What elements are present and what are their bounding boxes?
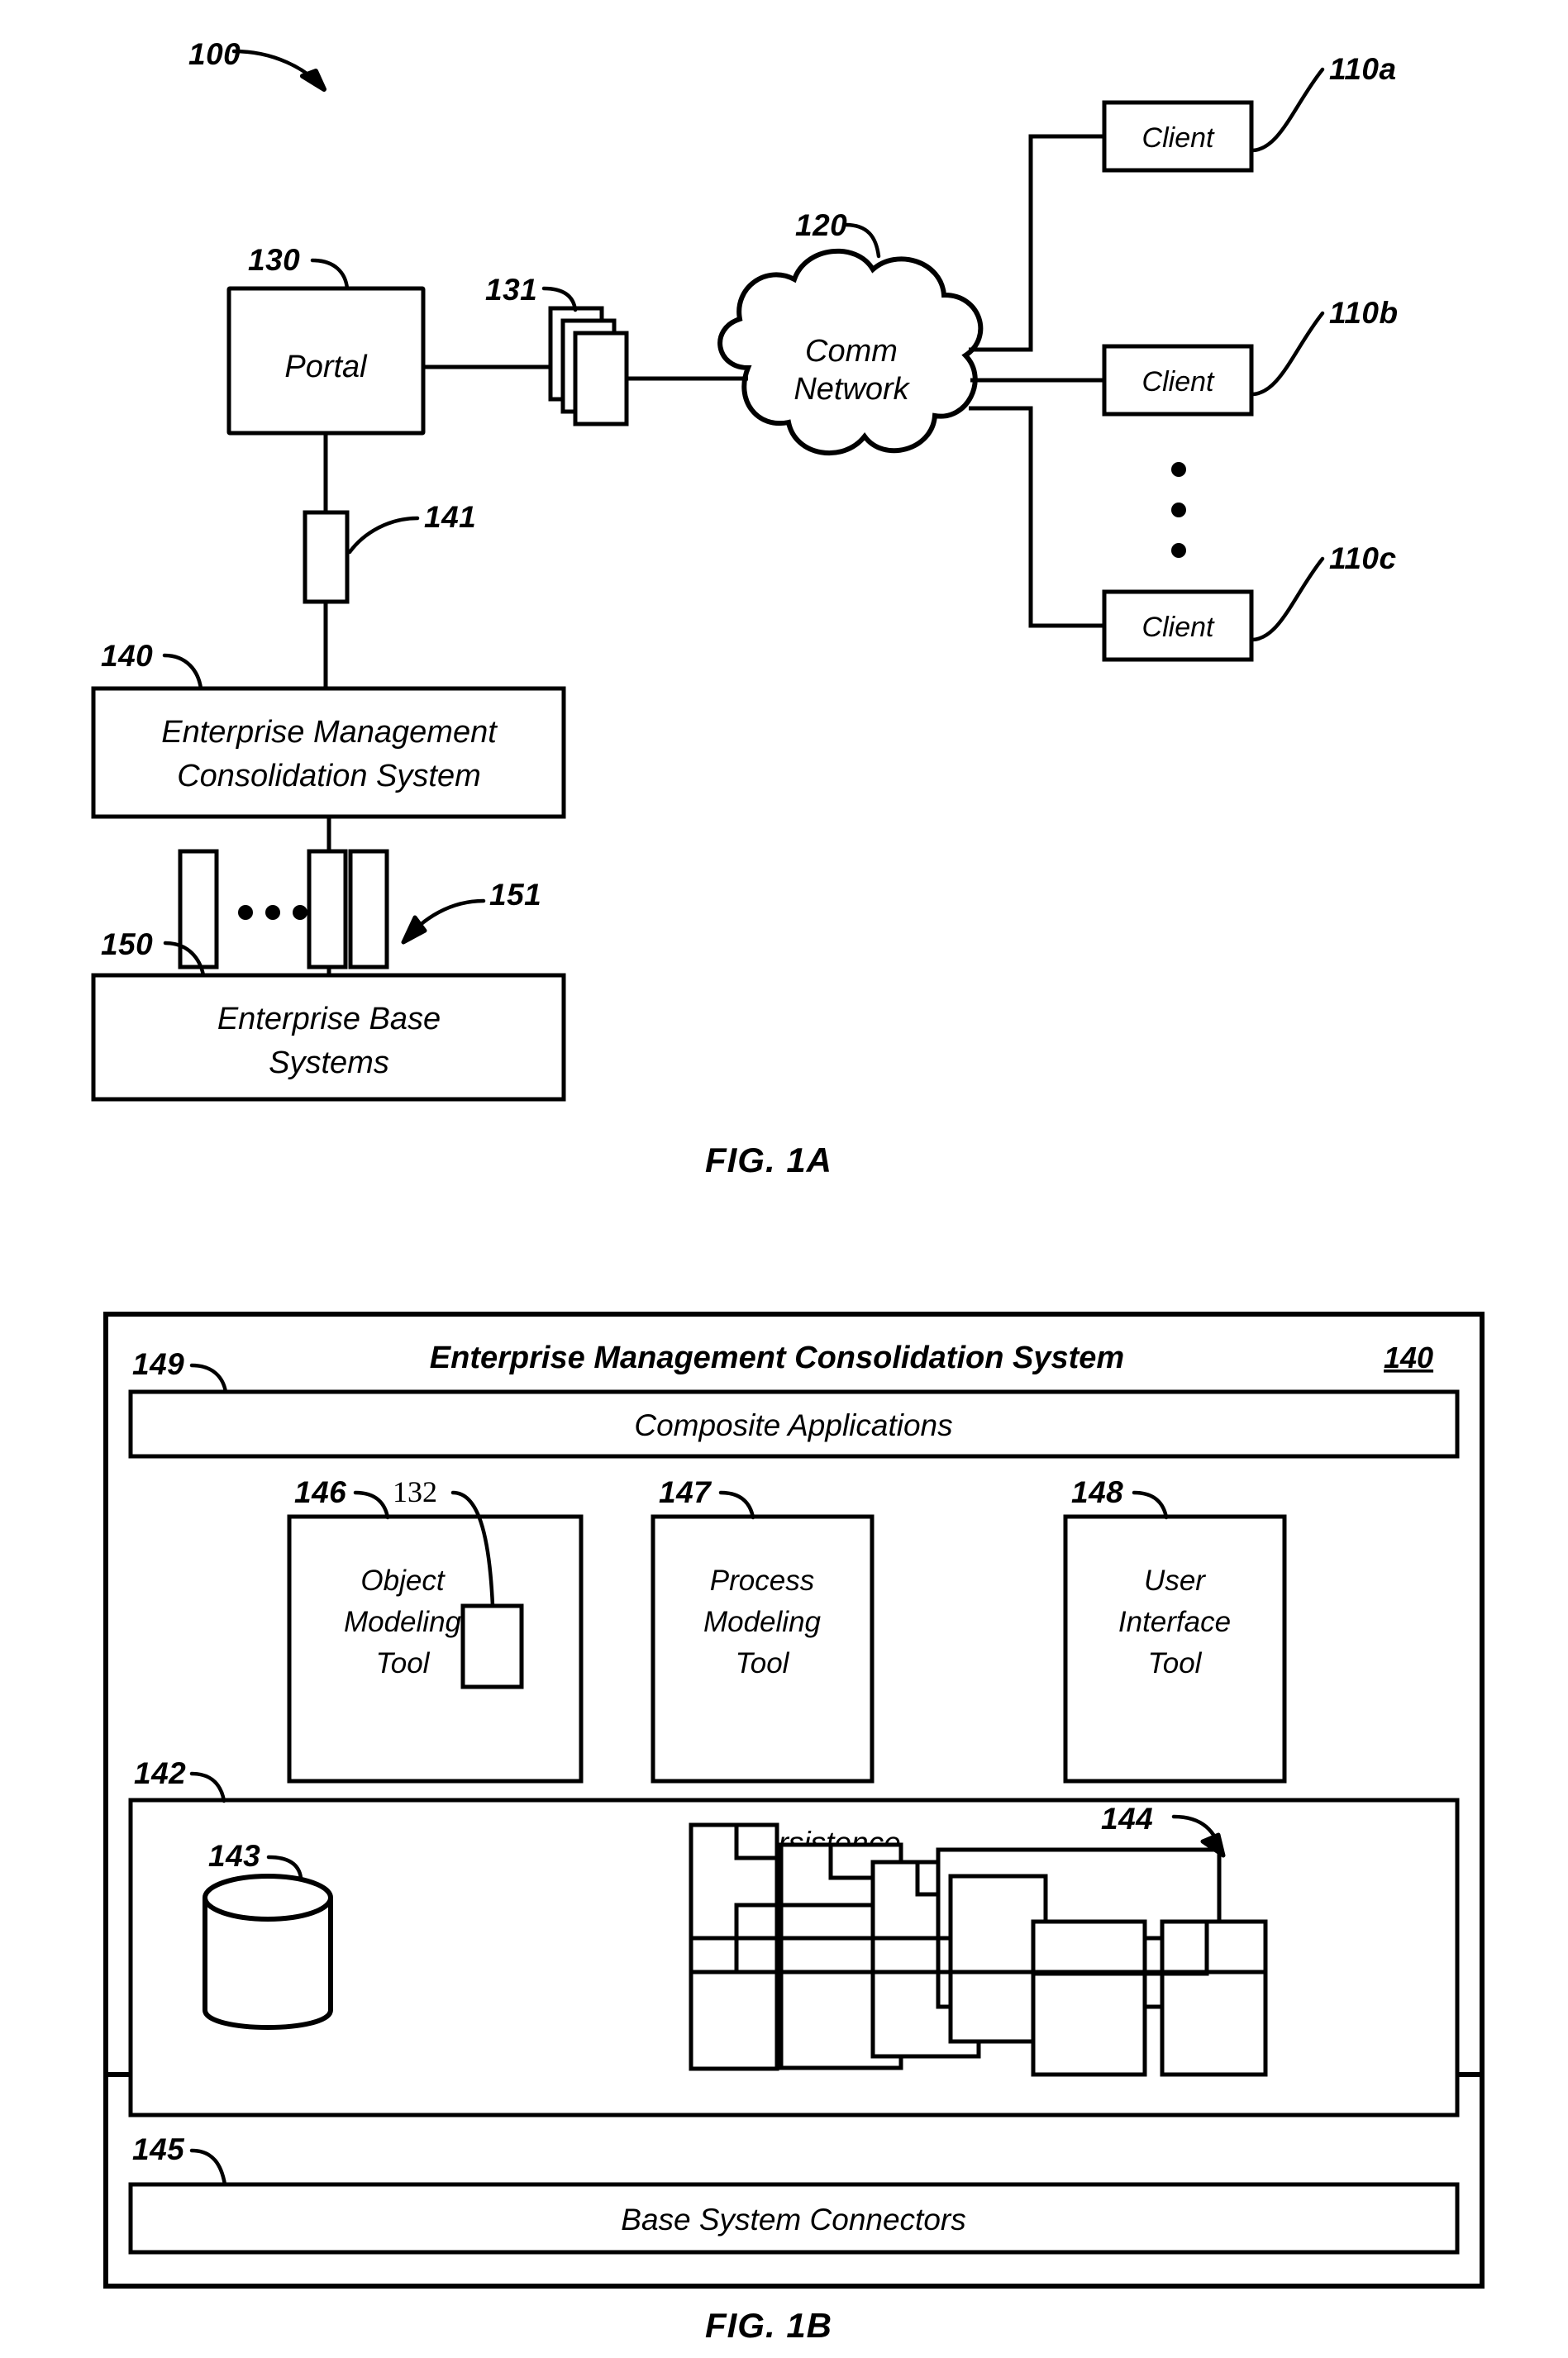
ref-100-arrowhead (300, 69, 326, 92)
base-system-connectors-label: Base System Connectors (621, 2203, 965, 2237)
cluster-rect-1 (689, 1822, 779, 2071)
ref-151: 151 (489, 878, 541, 912)
ref-130: 130 (248, 243, 300, 277)
ref-145-leader (189, 2148, 227, 2187)
emcs-label-line1: Enterprise Management (161, 715, 498, 750)
base-systems-label-line1: Enterprise Base (217, 1002, 441, 1036)
document-stack-front (573, 331, 629, 426)
patent-drawing-canvas: 100 Portal 130 131 Comm Network 120 Clie… (91, 37, 1485, 2345)
ref-110b-leader (1249, 311, 1325, 397)
object-modeling-tool-label-line3: Tool (376, 1647, 431, 1679)
cluster-rect-6 (1160, 1919, 1268, 2077)
composite-applications-label: Composite Applications (634, 1408, 952, 1442)
figure-1b: Enterprise Management Consolidation Syst… (103, 1312, 1485, 2345)
ref-110a: 110a (1329, 52, 1397, 86)
user-interface-tool-label-line1: User (1144, 1565, 1206, 1597)
process-modeling-tool-label-line2: Modeling (703, 1606, 822, 1638)
ref-110c-leader (1249, 556, 1325, 642)
ref-120: 120 (795, 208, 847, 242)
object-model-element-132 (460, 1603, 524, 1689)
ref-140: 140 (101, 639, 153, 673)
ref-110b: 110b (1329, 296, 1399, 330)
comm-network-label-line2: Network (794, 372, 910, 407)
client-ellipsis-dot-2 (1171, 503, 1186, 517)
ref-100: 100 (188, 37, 241, 71)
ref-141: 141 (424, 500, 476, 534)
base-systems-label-line2: Systems (269, 1046, 389, 1080)
ref-110c: 110c (1329, 541, 1397, 575)
emcs-label-line2: Consolidation System (177, 759, 481, 793)
base-connector-right (348, 849, 389, 969)
emcs-panel-title: Enterprise Management Consolidation Syst… (430, 1341, 1124, 1375)
figure-1a-caption: FIG. 1A (705, 1141, 832, 1179)
ref-144: 144 (1101, 1802, 1153, 1836)
client-label-a: Client (1142, 122, 1215, 154)
object-modeling-tool-label-line2: Modeling (344, 1606, 462, 1638)
object-modeling-tool-box (287, 1514, 584, 1784)
figure-1b-caption: FIG. 1B (705, 2306, 832, 2345)
figure-1a: 100 Portal 130 131 Comm Network 120 Clie… (91, 37, 1399, 1179)
ref-132: 132 (393, 1475, 437, 1508)
comm-network-label-line1: Comm (805, 334, 898, 369)
client-ellipsis-dot-3 (1171, 543, 1186, 558)
ref-110a-leader (1249, 67, 1325, 153)
ref-148: 148 (1071, 1475, 1123, 1509)
ref-142: 142 (134, 1756, 186, 1790)
client-label-c: Client (1142, 612, 1215, 643)
ref-145: 145 (132, 2132, 185, 2166)
ref-130-leader (310, 258, 350, 291)
ref-141-leader (347, 516, 420, 555)
ref-150: 150 (101, 927, 153, 961)
ref-149: 149 (132, 1347, 184, 1381)
client-ellipsis-dot-1 (1171, 462, 1186, 477)
cluster-rect-5 (1031, 1919, 1147, 2077)
portal-connector-141 (303, 510, 350, 604)
base-connector-center (307, 849, 348, 969)
network-client-a-link (969, 134, 1104, 352)
network-client-c-link (969, 406, 1104, 628)
client-label-b: Client (1142, 366, 1215, 398)
user-interface-tool-label-line2: Interface (1118, 1606, 1231, 1638)
ref-147: 147 (659, 1475, 713, 1509)
base-systems-box (91, 973, 566, 1102)
base-connector-ellipsis-dot-3 (293, 905, 307, 920)
base-connector-ellipsis-dot-2 (265, 905, 280, 920)
emcs-panel-ref-140: 140 (1384, 1341, 1433, 1374)
ref-146: 146 (294, 1475, 346, 1509)
base-connector-ellipsis-dot-1 (238, 905, 253, 920)
ref-143: 143 (208, 1839, 260, 1873)
process-modeling-tool-label-line1: Process (710, 1565, 814, 1597)
object-cluster-144 (689, 1822, 1268, 2077)
portal-label: Portal (284, 350, 368, 384)
emcs-box (91, 686, 566, 819)
process-modeling-tool-label-line3: Tool (736, 1647, 790, 1679)
ref-131: 131 (485, 273, 537, 307)
object-modeling-tool-label-line1: Object (360, 1565, 445, 1597)
ref-151-arrowhead (401, 915, 427, 945)
user-interface-tool-label-line3: Tool (1148, 1647, 1203, 1679)
ref-140-leader (162, 653, 203, 691)
patent-figure-page: 100 Portal 130 131 Comm Network 120 Clie… (0, 0, 1568, 2358)
